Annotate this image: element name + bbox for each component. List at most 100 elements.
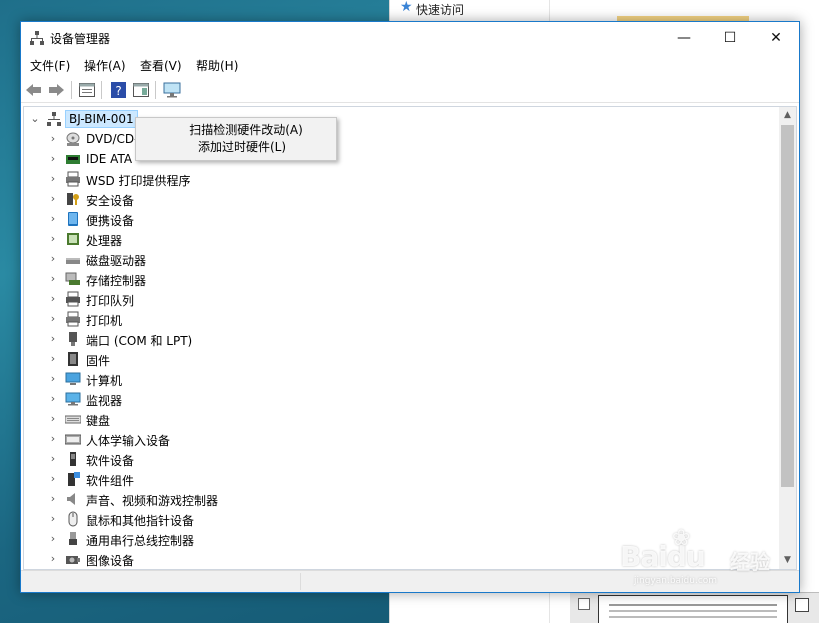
- tree-item[interactable]: › 固件: [24, 349, 764, 369]
- tree-item-label: 软件设备: [86, 454, 135, 468]
- tree-item-label: 监视器: [86, 394, 123, 408]
- chevron-right-icon[interactable]: ›: [48, 372, 58, 386]
- computer-icon: [65, 372, 81, 385]
- tree-item[interactable]: › 处理器: [24, 229, 764, 249]
- status-segment: [21, 573, 301, 590]
- tree-item[interactable]: › 软件设备: [24, 449, 764, 469]
- device-manager-icon: [30, 31, 44, 45]
- firmware-icon: [68, 352, 78, 366]
- toolbar-separator: [155, 81, 156, 99]
- scroll-up-icon[interactable]: ▲: [779, 107, 796, 124]
- chevron-right-icon[interactable]: ›: [48, 272, 58, 286]
- menu-file[interactable]: 文件(F): [28, 57, 72, 74]
- chevron-right-icon[interactable]: ›: [48, 292, 58, 306]
- chevron-down-icon[interactable]: ⌄: [30, 112, 40, 126]
- tree-item[interactable]: › 便携设备: [24, 209, 764, 229]
- tree-item[interactable]: › 磁盘驱动器: [24, 249, 764, 269]
- minimize-button[interactable]: —: [661, 22, 707, 53]
- tree-item[interactable]: › 打印机: [24, 309, 764, 329]
- tree-item-label: 打印机: [86, 314, 123, 328]
- star-icon: ★: [400, 0, 413, 15]
- back-arrow-icon[interactable]: [25, 81, 43, 99]
- chevron-right-icon[interactable]: ›: [48, 332, 58, 346]
- scan-hardware-changes-item[interactable]: 扫描检测硬件改动(A): [146, 121, 346, 139]
- checkbox-icon: [578, 598, 590, 610]
- tree-item-label: 人体学输入设备: [86, 434, 171, 448]
- chevron-right-icon[interactable]: ›: [48, 212, 58, 226]
- speaker-icon: [67, 493, 75, 505]
- tree-item[interactable]: › 打印队列: [24, 289, 764, 309]
- chevron-right-icon[interactable]: ›: [48, 392, 58, 406]
- tree-item[interactable]: › 监视器: [24, 389, 764, 409]
- storage-controller-icon: [65, 272, 80, 285]
- camera-icon: [66, 556, 80, 564]
- document-thumbnail[interactable]: [598, 595, 788, 623]
- device-tree[interactable]: ⌄ BJ-BIM-001 › DVD/CD- › IDE ATA › WSD 打印提供程序…: [23, 106, 797, 570]
- title-bar[interactable]: 设备管理器 — ☐ ✕: [21, 22, 799, 54]
- chevron-right-icon[interactable]: ›: [48, 252, 58, 266]
- tree-item[interactable]: › 人体学输入设备: [24, 429, 764, 449]
- chevron-right-icon[interactable]: ›: [48, 492, 58, 506]
- tree-item-label: 端口 (COM 和 LPT): [86, 334, 193, 348]
- baidu-jingyan-watermark: Baidu ❀ 经验 jingyan.baidu.com: [620, 526, 790, 592]
- ide-controller-icon: [66, 155, 80, 164]
- tree-item[interactable]: › 存储控制器: [24, 269, 764, 289]
- paw-icon: ❀: [672, 526, 691, 551]
- tree-item[interactable]: › WSD 打印提供程序: [24, 169, 764, 189]
- quick-access-label: 快速访问: [416, 3, 465, 17]
- help-icon[interactable]: ?: [109, 81, 127, 99]
- tree-item-label: 便携设备: [86, 214, 135, 228]
- chevron-right-icon[interactable]: ›: [48, 432, 58, 446]
- tree-item-label: IDE ATA: [86, 152, 133, 166]
- tree-item[interactable]: › 计算机: [24, 369, 764, 389]
- menu-help[interactable]: 帮助(H): [194, 57, 240, 74]
- chevron-right-icon[interactable]: ›: [48, 192, 58, 206]
- properties-icon[interactable]: [78, 81, 96, 99]
- tree-item[interactable]: › 键盘: [24, 409, 764, 429]
- monitor-icon[interactable]: [163, 81, 181, 99]
- chevron-right-icon[interactable]: ›: [48, 352, 58, 366]
- chevron-right-icon[interactable]: ›: [48, 472, 58, 486]
- tree-item-label: 键盘: [86, 414, 111, 428]
- chevron-right-icon[interactable]: ›: [48, 552, 58, 566]
- close-button[interactable]: ✕: [753, 22, 799, 53]
- tree-item[interactable]: › 声音、视频和游戏控制器: [24, 489, 764, 509]
- view-icon[interactable]: [132, 81, 150, 99]
- maximize-button[interactable]: ☐: [707, 22, 753, 53]
- tree-item[interactable]: › 软件组件: [24, 469, 764, 489]
- chevron-right-icon[interactable]: ›: [48, 532, 58, 546]
- tree-item-label: DVD/CD-: [86, 132, 139, 146]
- port-icon: [69, 332, 77, 346]
- menu-view[interactable]: 查看(V): [138, 57, 184, 74]
- forward-arrow-icon[interactable]: [47, 81, 65, 99]
- chevron-right-icon[interactable]: ›: [48, 312, 58, 326]
- watermark-jingyan: 经验: [730, 550, 770, 574]
- computer-name[interactable]: BJ-BIM-001: [65, 110, 138, 128]
- tree-item[interactable]: › 安全设备: [24, 189, 764, 209]
- portable-device-icon: [68, 212, 78, 226]
- menu-action[interactable]: 操作(A): [82, 57, 128, 74]
- mouse-icon: [68, 511, 78, 527]
- computer-icon: [47, 112, 61, 126]
- chevron-right-icon[interactable]: ›: [48, 132, 58, 146]
- toolbar-separator: [101, 81, 102, 99]
- add-legacy-hardware-item[interactable]: 添加过时硬件(L): [142, 138, 342, 156]
- explorer-nav-quick-access[interactable]: ★ 快速访问: [390, 0, 550, 20]
- chevron-right-icon[interactable]: ›: [48, 452, 58, 466]
- toolbar: ?: [21, 77, 799, 103]
- software-device-icon: [70, 452, 76, 466]
- chevron-right-icon[interactable]: ›: [48, 172, 58, 186]
- svg-text:?: ?: [115, 84, 121, 98]
- disk-drive-icon: [66, 258, 80, 264]
- tree-item[interactable]: › 端口 (COM 和 LPT): [24, 329, 764, 349]
- chevron-right-icon[interactable]: ›: [48, 152, 58, 166]
- vertical-scrollbar[interactable]: ▲ ▼: [779, 107, 796, 569]
- chevron-right-icon[interactable]: ›: [48, 232, 58, 246]
- print-queue-icon: [66, 291, 80, 307]
- chevron-right-icon[interactable]: ›: [48, 412, 58, 426]
- chevron-right-icon[interactable]: ›: [48, 512, 58, 526]
- scrollbar-thumb[interactable]: [781, 125, 794, 487]
- printer-icon: [66, 311, 80, 327]
- tree-item[interactable]: › 鼠标和其他指针设备: [24, 509, 764, 529]
- tree-item-label: 打印队列: [86, 294, 135, 308]
